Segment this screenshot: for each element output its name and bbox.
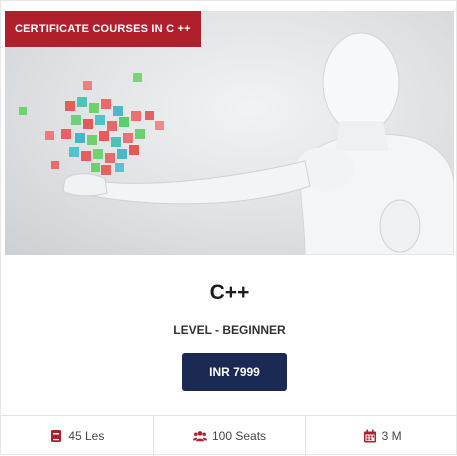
book-icon [49,429,63,443]
stat-seats: 100 Seats [154,416,307,456]
course-hero-image: CERTIFICATE COURSES IN C ++ [5,11,454,255]
humanoid-cubes-illustration [19,32,454,255]
stat-duration-label: 3 M [381,429,402,443]
stat-seats-label: 100 Seats [211,429,267,443]
calendar-icon [363,429,377,443]
stat-duration: 3 M [306,416,457,456]
course-category-badge: CERTIFICATE COURSES IN C ++ [5,11,201,47]
course-title: C++ [209,281,250,304]
stat-lessons: 45 Les [1,416,154,456]
users-icon [192,429,207,443]
course-card[interactable]: CERTIFICATE COURSES IN C ++ C++ LEVEL - … [0,0,457,456]
course-stats-bar: 45 Les 100 Seats 3 M [1,415,457,456]
price-button[interactable]: INR 7999 [182,353,287,391]
stat-lessons-label: 45 Les [68,429,105,443]
course-level: LEVEL - BEGINNER [173,323,286,337]
